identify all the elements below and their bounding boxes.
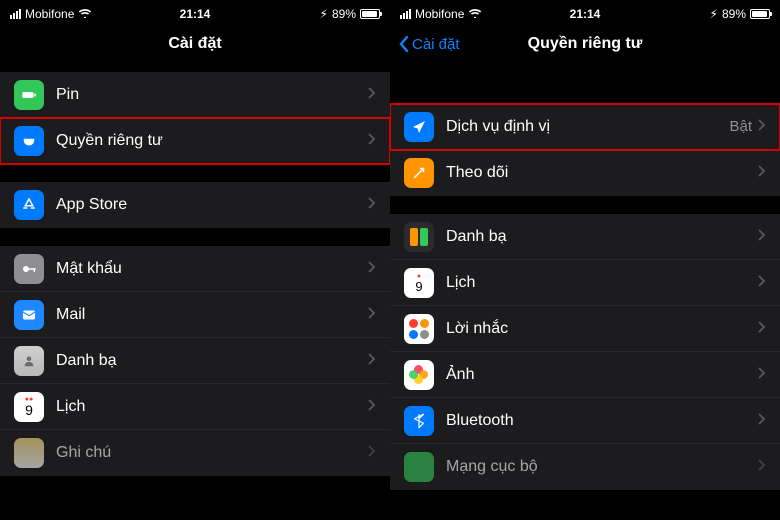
row-label: Mail (56, 306, 368, 324)
notes-icon (14, 438, 44, 468)
chevron-right-icon (368, 444, 376, 462)
back-label: Cài đặt (412, 36, 460, 53)
clock: 21:14 (180, 7, 211, 21)
wifi-icon (468, 7, 482, 21)
bluetooth-icon (404, 406, 434, 436)
calendar-icon: ●9 (404, 268, 434, 298)
network-icon (404, 452, 434, 482)
row-label: Ghi chú (56, 444, 368, 462)
row-detail: Bật (729, 118, 752, 135)
row-label: Quyền riêng tư (56, 132, 368, 150)
row-contacts[interactable]: Danh bạ (0, 338, 390, 384)
row-privacy[interactable]: Quyền riêng tư (0, 118, 390, 164)
signal-icon (400, 9, 411, 19)
chevron-right-icon (368, 306, 376, 324)
row-photos[interactable]: Ảnh (390, 352, 780, 398)
chevron-right-icon (758, 274, 766, 292)
chevron-right-icon (758, 366, 766, 384)
row-notes[interactable]: Ghi chú (0, 430, 390, 476)
photos-icon (404, 360, 434, 390)
row-local-network[interactable]: Mạng cục bộ (390, 444, 780, 490)
mail-icon (14, 300, 44, 330)
chevron-right-icon (758, 320, 766, 338)
chevron-right-icon (368, 352, 376, 370)
location-icon (404, 112, 434, 142)
chevron-right-icon (368, 132, 376, 150)
row-appstore[interactable]: App Store (0, 182, 390, 228)
nav-bar: Cài đặt Quyền riêng tư (390, 24, 780, 64)
tracking-icon (404, 158, 434, 188)
row-bluetooth[interactable]: Bluetooth (390, 398, 780, 444)
screenshot-privacy: Mobifone 21:14 ⚡︎ 89% Cài đặt Quyền riên… (390, 0, 780, 520)
row-contacts[interactable]: Danh bạ (390, 214, 780, 260)
chevron-right-icon (758, 228, 766, 246)
row-passwords[interactable]: Mật khẩu (0, 246, 390, 292)
chevron-right-icon (758, 118, 766, 136)
privacy-icon (14, 126, 44, 156)
row-location-services[interactable]: Dịch vụ định vị Bật (390, 104, 780, 150)
row-label: Pin (56, 86, 368, 104)
row-battery[interactable]: Pin (0, 72, 390, 118)
battery-settings-icon (14, 80, 44, 110)
calendar-icon: ●●9 (14, 392, 44, 422)
row-calendar[interactable]: ●9 Lịch (390, 260, 780, 306)
row-tracking[interactable]: Theo dõi (390, 150, 780, 196)
charging-icon: ⚡︎ (710, 7, 718, 21)
battery-percent: 89% (722, 7, 746, 21)
row-label: Danh bạ (56, 352, 368, 370)
row-label: Lịch (56, 398, 368, 416)
chevron-right-icon (368, 86, 376, 104)
clock: 21:14 (570, 7, 601, 21)
contacts-icon (14, 346, 44, 376)
chevron-right-icon (758, 164, 766, 182)
page-title: Quyền riêng tư (528, 35, 643, 53)
carrier-label: Mobifone (415, 7, 464, 21)
carrier-label: Mobifone (25, 7, 74, 21)
reminders-icon (404, 314, 434, 344)
chevron-right-icon (758, 458, 766, 476)
row-label: Lịch (446, 274, 758, 292)
battery-icon (360, 9, 380, 19)
row-label: Mật khẩu (56, 260, 368, 278)
row-label: Bluetooth (446, 412, 758, 430)
page-title: Cài đặt (168, 35, 221, 53)
contacts-icon (404, 222, 434, 252)
chevron-right-icon (368, 196, 376, 214)
status-bar: Mobifone 21:14 ⚡︎ 89% (390, 4, 780, 24)
nav-bar: Cài đặt (0, 24, 390, 64)
row-label: Theo dõi (446, 164, 758, 182)
signal-icon (10, 9, 21, 19)
row-mail[interactable]: Mail (0, 292, 390, 338)
row-label: Danh bạ (446, 228, 758, 246)
status-bar: Mobifone 21:14 ⚡︎ 89% (0, 4, 390, 24)
battery-percent: 89% (332, 7, 356, 21)
chevron-right-icon (368, 398, 376, 416)
battery-icon (750, 9, 770, 19)
row-reminders[interactable]: Lời nhắc (390, 306, 780, 352)
back-button[interactable]: Cài đặt (398, 35, 460, 53)
row-calendar[interactable]: ●●9 Lịch (0, 384, 390, 430)
row-label: Ảnh (446, 366, 758, 384)
appstore-icon (14, 190, 44, 220)
row-label: Mạng cục bộ (446, 458, 758, 476)
row-label: Dịch vụ định vị (446, 118, 729, 136)
screenshot-settings-root: Mobifone 21:14 ⚡︎ 89% Cài đặt Pin Quyền … (0, 0, 390, 520)
row-label: App Store (56, 196, 368, 214)
key-icon (14, 254, 44, 284)
chevron-right-icon (758, 412, 766, 430)
charging-icon: ⚡︎ (320, 7, 328, 21)
row-label: Lời nhắc (446, 320, 758, 338)
wifi-icon (78, 7, 92, 21)
chevron-right-icon (368, 260, 376, 278)
